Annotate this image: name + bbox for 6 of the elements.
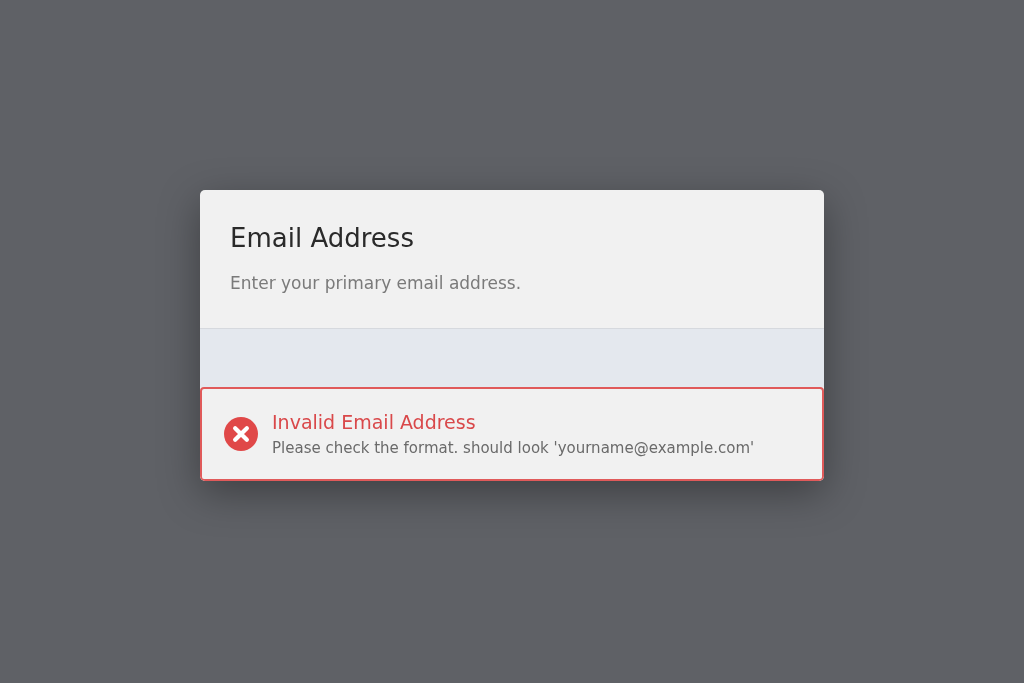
error-text: Please check the format. should look 'yourname@example.com': [272, 438, 755, 458]
error-title: Invalid Email Address: [272, 410, 477, 434]
dialog-title: Email Address: [230, 222, 415, 254]
error-icon: [224, 417, 258, 451]
dialog-description: Enter your primary email address.: [230, 272, 523, 294]
email-input-field[interactable]: [200, 329, 824, 387]
